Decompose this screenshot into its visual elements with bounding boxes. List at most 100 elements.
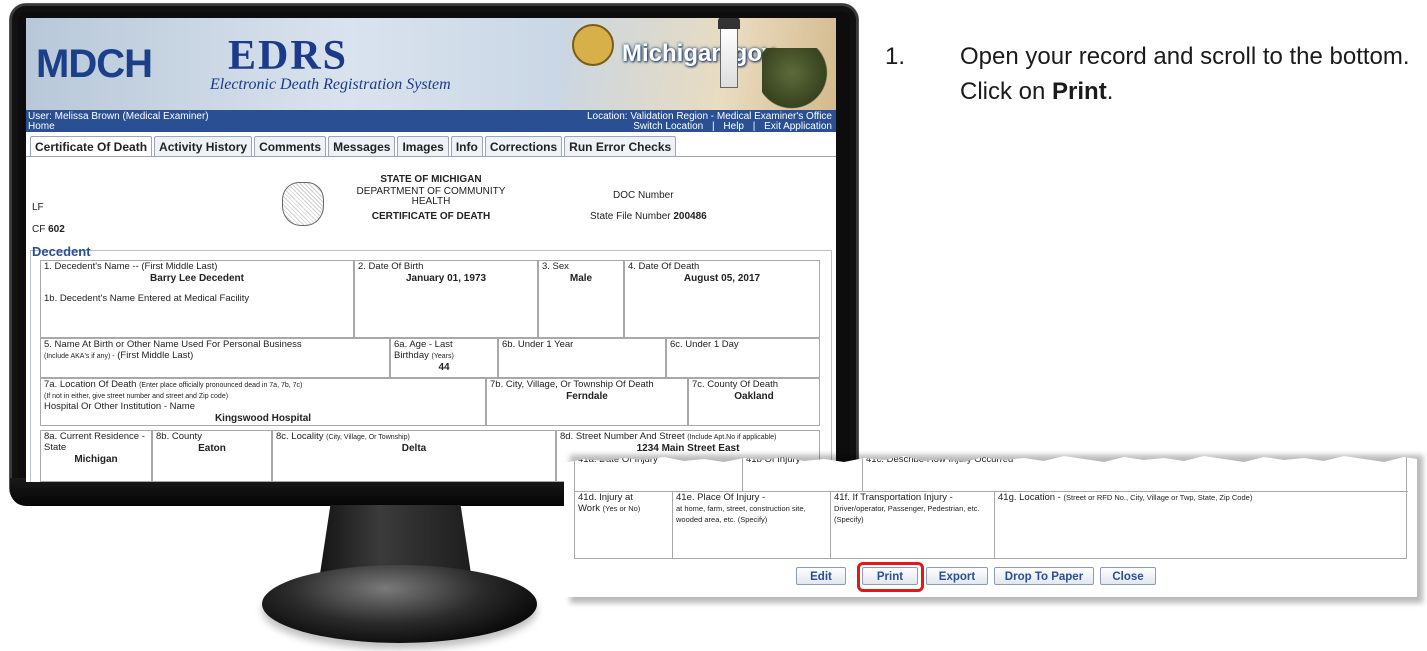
tab-certificate-of-death[interactable]: Certificate Of Death xyxy=(30,136,153,157)
field-label: 2. Date Of Birth xyxy=(358,261,424,272)
section-title-decedent: Decedent xyxy=(32,244,91,259)
field-county-of-death[interactable]: 7c. County Of Death Oakland xyxy=(688,378,820,426)
cf-value: 602 xyxy=(48,224,65,235)
field-injury-location[interactable]: 41g. Location - (Street or RFD No., City… xyxy=(995,492,1408,558)
field-city-of-death[interactable]: 7b. City, Village, Or Township Of Death … xyxy=(486,378,688,426)
field-note: (City, Village, Or Township) xyxy=(326,434,410,441)
edit-button[interactable]: Edit xyxy=(796,567,846,585)
michigan-gov-logo: Michigan.gov xyxy=(622,40,776,67)
field-under-1-day[interactable]: 6c. Under 1 Day xyxy=(666,338,820,378)
mdch-logo-text: MDCH xyxy=(36,42,153,86)
drop-to-paper-button[interactable]: Drop To Paper xyxy=(994,567,1094,585)
field-label: 6b. Under 1 Year xyxy=(502,339,574,350)
export-button[interactable]: Export xyxy=(926,567,988,585)
field-value: 1234 Main Street East xyxy=(636,442,740,454)
tab-info[interactable]: Info xyxy=(450,136,483,157)
instruction-bold: Print xyxy=(1052,77,1107,105)
field-residence-state[interactable]: 8a. Current Residence - State Michigan xyxy=(40,430,152,482)
field-label: 1b. Decedent's Name Entered at Medical F… xyxy=(44,293,250,305)
field-transportation-injury[interactable]: 41f. If Transportation Injury - Driver/o… xyxy=(831,492,995,558)
tab-corrections[interactable]: Corrections xyxy=(484,136,563,157)
current-user: User: Melissa Brown (Medical Examiner) xyxy=(28,111,209,122)
doc-number-label: DOC Number xyxy=(613,190,674,201)
field-note: at home, farm, street, construction site… xyxy=(676,503,806,524)
field-decedent-name[interactable]: 1. Decedent's Name -- (First Middle Last… xyxy=(40,260,354,338)
field-value: Male xyxy=(569,272,593,284)
link-separator: | xyxy=(752,121,756,132)
field-date-of-birth[interactable]: 2. Date Of Birth January 01, 1973 xyxy=(354,260,538,338)
field-note: (Include Apt.No if applicable) xyxy=(687,434,777,441)
tab-divider xyxy=(26,156,836,157)
exit-application-link[interactable]: Exit Application xyxy=(764,121,832,132)
field-label: 8b. County xyxy=(156,431,202,442)
field-label: 7c. County Of Death xyxy=(692,379,779,390)
switch-location-link[interactable]: Switch Location xyxy=(633,121,703,132)
field-name-at-birth[interactable]: 5. Name At Birth or Other Name Used For … xyxy=(40,338,390,378)
tab-run-error-checks[interactable]: Run Error Checks xyxy=(564,136,677,157)
close-button[interactable]: Close xyxy=(1100,567,1156,585)
field-note: Driver/operator, Passenger, Pedestrian, … xyxy=(834,503,980,524)
field-label: 7b. City, Village, Or Township Of Death xyxy=(490,379,654,390)
header-banner: MDCH EDRS Electronic Death Registration … xyxy=(26,18,836,110)
field-residence-county[interactable]: 8b. County Eaton xyxy=(152,430,272,482)
header-links: Switch Location | Help | Exit Applicatio… xyxy=(627,121,832,132)
field-label: Work xyxy=(578,502,600,514)
field-label: 8a. Current Residence - State xyxy=(44,431,145,453)
home-link[interactable]: Home xyxy=(28,121,55,132)
field-label: 41d. Injury at xyxy=(578,492,633,503)
dept-heading-2: HEALTH xyxy=(411,196,451,207)
field-age[interactable]: 6a. Age - Last Birthday (Years) 44 xyxy=(390,338,498,378)
help-link[interactable]: Help xyxy=(723,121,744,132)
field-value: Delta xyxy=(401,442,427,454)
field-label: 41f. If Transportation Injury - xyxy=(834,492,953,503)
field-injury-at-work[interactable]: 41d. Injury at Work (Yes or No) xyxy=(575,492,673,558)
instruction-text-before: Open your record and scroll to the botto… xyxy=(960,43,1410,105)
trees-image xyxy=(762,48,836,110)
field-value: 44 xyxy=(438,361,450,373)
tab-images[interactable]: Images xyxy=(397,136,449,157)
monitor-stand-base xyxy=(262,565,537,643)
tab-comments[interactable]: Comments xyxy=(254,136,327,157)
field-note: (Yes or No) xyxy=(602,503,641,513)
screen: MDCH EDRS Electronic Death Registration … xyxy=(26,18,836,482)
field-value: Kingswood Hospital xyxy=(214,412,312,424)
field-location-of-death[interactable]: 7a. Location Of Death (Enter place offic… xyxy=(40,378,486,426)
zoomed-form-bottom: 41a. Date Of Injury 41b Of Injury 41c. D… xyxy=(564,456,1417,597)
injury-table: 41a. Date Of Injury 41b Of Injury 41c. D… xyxy=(574,456,1408,559)
mdch-logo: MDCH xyxy=(36,42,153,87)
print-highlight-box xyxy=(857,562,924,592)
field-note: (Street or RFD No., City, Village or Twp… xyxy=(1063,493,1253,502)
michigan-seal-icon xyxy=(572,24,614,66)
field-label: 4. Date Of Death xyxy=(628,261,700,272)
field-label: 3. Sex xyxy=(542,261,569,272)
field-label: (First Middle Last) xyxy=(117,349,194,361)
field-value: August 05, 2017 xyxy=(683,272,761,284)
field-date-of-death[interactable]: 4. Date Of Death August 05, 2017 xyxy=(624,260,820,338)
field-value: Oakland xyxy=(734,390,774,402)
field-value: Barry Lee Decedent xyxy=(150,272,244,284)
field-value: January 01, 1973 xyxy=(405,272,487,284)
field-label: Birthday xyxy=(394,349,429,361)
certificate-title: CERTIFICATE OF DEATH xyxy=(371,211,491,222)
tab-activity-history[interactable]: Activity History xyxy=(154,136,253,157)
field-sex[interactable]: 3. Sex Male xyxy=(538,260,624,338)
state-file-value: 200486 xyxy=(673,211,707,222)
field-label: 6a. Age - Last xyxy=(394,339,453,350)
tab-messages[interactable]: Messages xyxy=(328,136,396,157)
lf-label: LF xyxy=(32,202,44,213)
field-label: Hospital Or Other Institution - Name xyxy=(44,400,195,412)
field-value: Michigan xyxy=(74,453,118,465)
field-note: (Years) xyxy=(431,352,454,360)
field-label: 1. Decedent's Name -- (First Middle Last… xyxy=(44,261,218,272)
state-file-label: State File Number xyxy=(590,211,671,222)
field-under-1-year[interactable]: 6b. Under 1 Year xyxy=(498,338,666,378)
field-label: 5. Name At Birth or Other Name Used For … xyxy=(44,339,302,350)
state-heading: STATE OF MICHIGAN xyxy=(380,174,482,185)
instruction-number: 1. xyxy=(885,43,906,70)
field-locality[interactable]: 8c. Locality (City, Village, Or Township… xyxy=(272,430,556,482)
instruction-text: Open your record and scroll to the botto… xyxy=(960,40,1427,110)
michigan-gov-banner: Michigan.gov xyxy=(562,18,836,110)
user-bar: User: Melissa Brown (Medical Examiner) H… xyxy=(26,110,836,132)
field-place-of-injury[interactable]: 41e. Place Of Injury - at home, farm, st… xyxy=(673,492,831,558)
field-value: Ferndale xyxy=(566,390,608,402)
